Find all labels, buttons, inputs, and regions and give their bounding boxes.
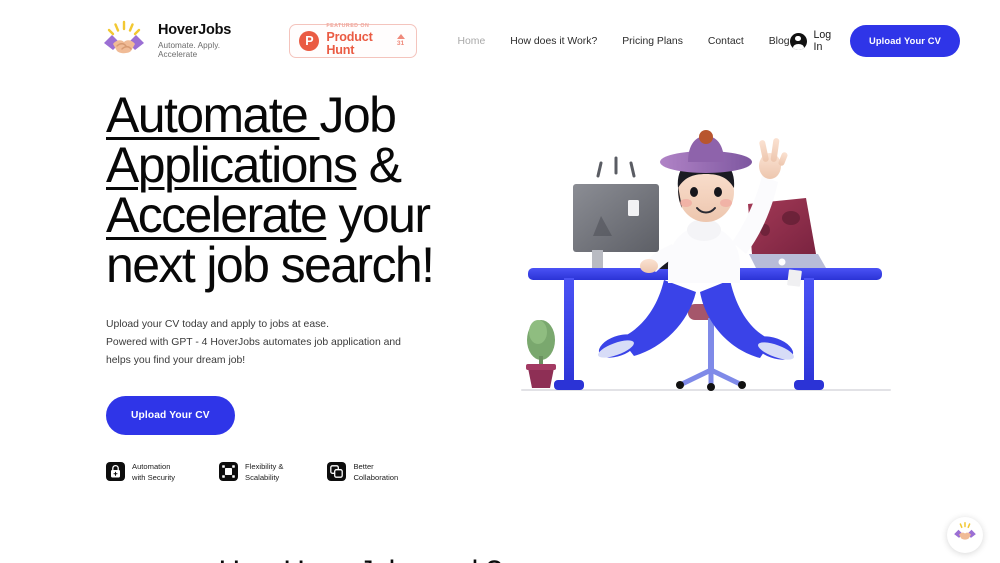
overlapping-squares-icon xyxy=(327,462,347,482)
user-avatar-icon xyxy=(789,32,807,50)
nav-item-pricing-plans[interactable]: Pricing Plans xyxy=(622,36,683,47)
feature-flexibility-and-scalability: Flexibility & Scalability xyxy=(219,461,283,483)
person-at-desk-illustration xyxy=(516,118,896,408)
nav-item-how-does-it-work[interactable]: How does it Work? xyxy=(510,36,597,47)
upload-cv-button-hero[interactable]: Upload Your CV xyxy=(106,395,235,435)
product-hunt-featured-label: FEATURED ON xyxy=(326,22,370,29)
feature-label: Flexibility & Scalability xyxy=(245,461,284,482)
nav-item-home[interactable]: Home xyxy=(458,36,486,47)
upvote-count: 31 xyxy=(396,40,405,48)
feature-label: Automation with Security xyxy=(132,461,176,482)
headline-word-accelerate: Accelerate xyxy=(106,187,328,243)
product-hunt-icon: P xyxy=(299,31,320,51)
handshake-icon xyxy=(100,19,148,63)
headline-word-job: Job xyxy=(319,87,397,143)
product-hunt-upvotes: 31 xyxy=(396,34,407,48)
page-title: Automate Job Applications & Accelerate y… xyxy=(106,90,506,290)
main-navigation: Home How does it Work? Pricing Plans Con… xyxy=(458,36,790,47)
headline-word-ampersand: & xyxy=(356,137,402,193)
hero-illustration-area xyxy=(506,90,1000,391)
chat-widget-button[interactable] xyxy=(947,517,983,553)
lock-icon xyxy=(106,462,125,482)
hero-subtext: Upload your CV today and apply to jobs a… xyxy=(106,319,401,366)
nav-item-blog[interactable]: Blog xyxy=(769,36,790,47)
header-actions: Log In Upload Your CV xyxy=(789,25,960,57)
site-header: HoverJobs Automate. Apply. Accelerate P … xyxy=(0,0,1000,82)
feature-automation-with-security: Automation with Security xyxy=(106,461,175,483)
upload-cv-button-header[interactable]: Upload Your CV xyxy=(849,25,960,57)
headline-word-automate: Automate xyxy=(106,87,320,143)
hero-content: Automate Job Applications & Accelerate y… xyxy=(106,90,506,483)
brand-name: HoverJobs xyxy=(158,22,232,39)
handshake-icon xyxy=(952,521,978,550)
brand-tagline: Automate. Apply. Accelerate xyxy=(158,40,221,60)
headline-word-applications: Applications xyxy=(106,137,358,193)
headline-word-your: your xyxy=(326,187,431,243)
product-hunt-badge[interactable]: P FEATURED ON Product Hunt 31 xyxy=(289,22,417,58)
scalability-frame-icon xyxy=(219,462,239,482)
product-hunt-name: Product Hunt xyxy=(326,29,373,58)
feature-label: Better Collaboration xyxy=(353,461,399,482)
upvote-triangle-icon xyxy=(396,34,405,40)
feature-badges: Automation with Security Flexibility & S… xyxy=(106,461,506,483)
login-button[interactable]: Log In xyxy=(789,29,832,53)
feature-better-collaboration: Better Collaboration xyxy=(327,461,398,483)
headline-line-four: next job search! xyxy=(106,237,435,293)
nav-item-contact[interactable]: Contact xyxy=(708,36,744,47)
login-label: Log In xyxy=(813,29,832,53)
brand-logo[interactable]: HoverJobs Automate. Apply. Accelerate xyxy=(100,19,251,63)
section-heading-how-it-works: How HoverJobs work? xyxy=(0,555,1000,563)
hero-section: Automate Job Applications & Accelerate y… xyxy=(0,82,1000,483)
